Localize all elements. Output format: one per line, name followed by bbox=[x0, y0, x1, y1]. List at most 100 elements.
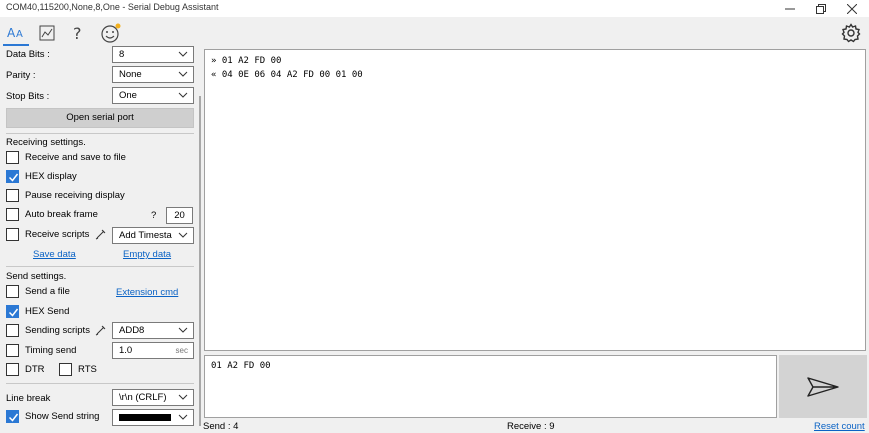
settings-scrollbar[interactable] bbox=[199, 96, 201, 426]
chevron-down-icon bbox=[178, 394, 188, 400]
chevron-down-icon bbox=[178, 414, 188, 420]
timing-unit: sec bbox=[175, 346, 188, 355]
stop-bits-select[interactable]: One bbox=[112, 87, 194, 104]
dtr-checkbox[interactable]: DTR bbox=[6, 361, 45, 377]
terminal-line: » 01 A2 FD 00 bbox=[211, 56, 282, 66]
restore-button[interactable] bbox=[806, 0, 836, 17]
timing-send-value: 1.0 bbox=[119, 345, 133, 356]
receive-terminal[interactable]: » 01 A2 FD 00 « 04 0E 06 04 A2 FD 00 01 … bbox=[204, 49, 866, 351]
checkbox-box bbox=[6, 323, 19, 337]
auto-break-input[interactable]: 20 bbox=[166, 207, 193, 224]
pause-display-checkbox[interactable]: Pause receiving display bbox=[6, 187, 125, 203]
smiley-icon bbox=[101, 23, 121, 43]
checkbox-box bbox=[6, 284, 19, 298]
close-icon bbox=[847, 3, 857, 14]
settings-panel: Data Bits : 8 Parity : None Stop Bits : … bbox=[0, 46, 198, 433]
checkmark-icon bbox=[8, 413, 19, 422]
timing-send-checkbox[interactable]: Timing send bbox=[6, 342, 76, 358]
minimize-icon bbox=[785, 8, 795, 9]
sending-scripts-checkbox[interactable]: Sending scripts bbox=[6, 322, 90, 338]
receive-save-file-checkbox[interactable]: Receive and save to file bbox=[6, 149, 126, 165]
question-icon: ? bbox=[73, 24, 82, 42]
svg-text:A: A bbox=[7, 26, 16, 40]
pause-display-label: Pause receiving display bbox=[25, 189, 125, 201]
divider bbox=[6, 383, 194, 384]
toolbar: A A ? bbox=[0, 17, 869, 47]
close-button[interactable] bbox=[837, 0, 867, 17]
restore-icon bbox=[816, 3, 826, 14]
hex-display-label: HEX display bbox=[25, 170, 77, 182]
stop-bits-value: One bbox=[119, 90, 137, 101]
rts-checkbox[interactable]: RTS bbox=[59, 361, 97, 377]
color-swatch bbox=[119, 414, 171, 421]
sending-scripts-select[interactable]: ADD8 bbox=[112, 322, 194, 339]
gear-icon bbox=[841, 23, 861, 43]
hex-send-label: HEX Send bbox=[25, 305, 70, 317]
script-edit-icon[interactable] bbox=[95, 324, 107, 336]
chevron-down-icon bbox=[178, 327, 188, 333]
svg-text:?: ? bbox=[73, 24, 82, 42]
chevron-down-icon bbox=[178, 71, 188, 77]
chevron-down-icon bbox=[178, 232, 188, 238]
send-button[interactable] bbox=[779, 355, 867, 418]
line-break-select[interactable]: \r\n (CRLF) bbox=[112, 389, 194, 406]
chart-tab[interactable] bbox=[34, 20, 60, 46]
auto-break-checkbox[interactable]: Auto break frame bbox=[6, 206, 98, 222]
feedback-tab[interactable] bbox=[98, 20, 124, 46]
divider bbox=[6, 266, 194, 267]
checkbox-box bbox=[6, 409, 19, 423]
checkbox-box bbox=[6, 150, 19, 164]
checkbox-box bbox=[6, 304, 19, 318]
open-serial-port-button[interactable]: Open serial port bbox=[6, 108, 194, 128]
font-aa-icon: A A bbox=[7, 26, 23, 40]
extension-cmd-link[interactable]: Extension cmd bbox=[116, 287, 178, 298]
timing-send-input[interactable]: 1.0 sec bbox=[112, 342, 194, 359]
checkmark-icon bbox=[8, 308, 19, 317]
title-bar: COM40,115200,None,8,One - Serial Debug A… bbox=[0, 0, 869, 17]
data-bits-select[interactable]: 8 bbox=[112, 46, 194, 63]
text-mode-tab[interactable]: A A bbox=[3, 20, 29, 46]
script-edit-icon[interactable] bbox=[95, 228, 107, 240]
hex-display-checkbox[interactable]: HEX display bbox=[6, 168, 77, 184]
receiving-settings-heading: Receiving settings. bbox=[6, 137, 86, 148]
data-bits-value: 8 bbox=[119, 49, 125, 60]
send-input[interactable]: 01 A2 FD 00 bbox=[204, 355, 777, 418]
reset-count-link[interactable]: Reset count bbox=[814, 421, 865, 432]
checkbox-box bbox=[6, 207, 19, 221]
chevron-down-icon bbox=[178, 92, 188, 98]
minimize-button[interactable] bbox=[775, 0, 805, 17]
hex-send-checkbox[interactable]: HEX Send bbox=[6, 303, 69, 319]
receive-count: Receive : 9 bbox=[507, 421, 555, 432]
terminal-line: « 04 0E 06 04 A2 FD 00 01 00 bbox=[211, 70, 363, 80]
checkmark-icon bbox=[8, 173, 19, 182]
sending-scripts-label: Sending scripts bbox=[25, 324, 90, 336]
parity-select[interactable]: None bbox=[112, 66, 194, 83]
send-settings-heading: Send settings. bbox=[6, 271, 67, 282]
window-title: COM40,115200,None,8,One - Serial Debug A… bbox=[6, 2, 219, 12]
show-send-string-label: Show Send string bbox=[25, 410, 100, 422]
receive-scripts-value: Add Timesta bbox=[119, 230, 172, 241]
send-count: Send : 4 bbox=[203, 421, 239, 432]
checkbox-box bbox=[6, 169, 19, 183]
checkbox-box bbox=[6, 227, 19, 241]
checkbox-box bbox=[6, 362, 19, 376]
help-tab[interactable]: ? bbox=[65, 20, 91, 46]
receive-scripts-checkbox[interactable]: Receive scripts bbox=[6, 226, 89, 242]
line-break-value: \r\n (CRLF) bbox=[119, 392, 167, 403]
chevron-down-icon bbox=[178, 51, 188, 57]
empty-data-link[interactable]: Empty data bbox=[123, 249, 171, 260]
chart-icon bbox=[39, 25, 55, 41]
save-data-link[interactable]: Save data bbox=[33, 249, 76, 260]
auto-break-help[interactable]: ? bbox=[151, 210, 156, 221]
timing-send-label: Timing send bbox=[25, 344, 77, 356]
checkbox-box bbox=[6, 188, 19, 202]
dtr-label: DTR bbox=[25, 363, 45, 375]
settings-button[interactable] bbox=[838, 20, 864, 46]
send-file-checkbox[interactable]: Send a file bbox=[6, 283, 70, 299]
show-send-string-checkbox[interactable]: Show Send string bbox=[6, 408, 99, 424]
line-break-label: Line break bbox=[6, 393, 51, 404]
send-file-label: Send a file bbox=[25, 285, 70, 297]
receive-scripts-select[interactable]: Add Timesta bbox=[112, 227, 194, 244]
send-string-color-select[interactable] bbox=[112, 409, 194, 426]
data-bits-label: Data Bits : bbox=[6, 49, 50, 60]
